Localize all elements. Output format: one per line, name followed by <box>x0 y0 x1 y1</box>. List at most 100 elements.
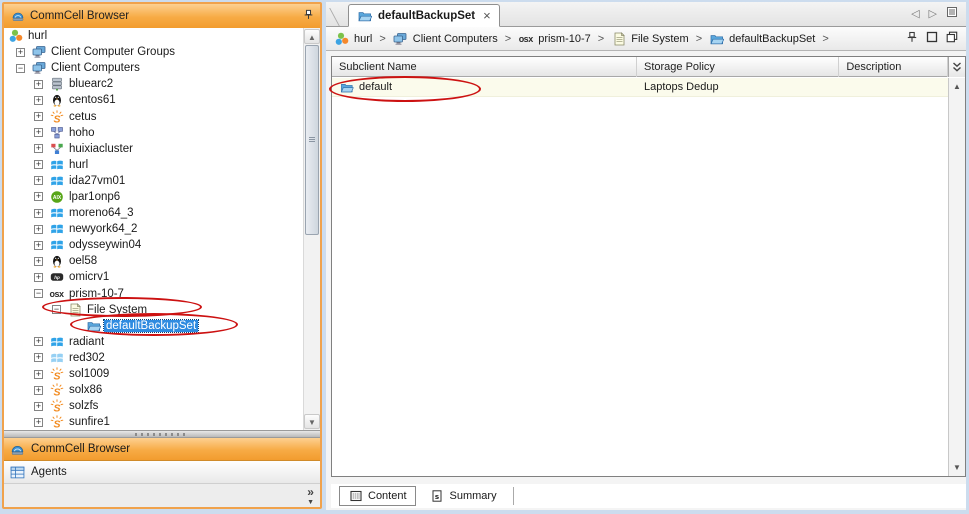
folder-icon <box>709 32 724 46</box>
view-tabs: Content s Summary <box>331 484 966 508</box>
summary-icon: s <box>430 489 445 503</box>
tree-item-hurl[interactable]: + hurl <box>4 157 303 173</box>
view-tab-label: Summary <box>450 490 497 502</box>
tree-item-file-system[interactable]: −File System <box>4 302 303 318</box>
expand-icon[interactable]: + <box>34 370 43 379</box>
tree-item-solzfs[interactable]: + Ssolzfs <box>4 398 303 414</box>
column-header-subclient-name[interactable]: Subclient Name <box>332 57 637 77</box>
tree-scrollbar-thumb[interactable] <box>305 45 319 235</box>
scroll-down-icon[interactable]: ▼ <box>304 414 320 429</box>
svg-text:S: S <box>53 113 60 123</box>
expand-icon[interactable]: + <box>34 96 43 105</box>
expand-icon[interactable]: + <box>34 257 43 266</box>
tab-navigation: ◁ ▷ <box>911 6 958 21</box>
expand-icon[interactable]: + <box>34 418 43 427</box>
tree-item-sunfire1[interactable]: +Ssunfire1 <box>4 414 303 430</box>
accordion-item-commcell-browser[interactable]: CommCell Browser <box>4 438 320 461</box>
expand-icon[interactable]: + <box>34 80 43 89</box>
collapse-icon[interactable]: − <box>16 64 25 73</box>
windows-icon <box>49 174 64 188</box>
tree-item-radiant[interactable]: +radiant <box>4 334 303 350</box>
scroll-up-icon[interactable]: ▲ <box>951 82 963 91</box>
expand-icon[interactable]: + <box>34 353 43 362</box>
breadcrumb-item-hurl[interactable]: hurl <box>334 32 372 46</box>
breadcrumb-item-defaultbackupset[interactable]: defaultBackupSet <box>709 32 815 46</box>
expand-icon[interactable]: + <box>34 386 43 395</box>
tree-item-label: hurl <box>67 159 90 171</box>
tab-defaultbackupset[interactable]: defaultBackupSet × <box>348 4 500 27</box>
table-scrollbar[interactable]: ▲ ▼ <box>948 78 965 476</box>
column-header-description[interactable]: Description <box>839 57 948 77</box>
tree-item-client-computer-groups[interactable]: +Client Computer Groups <box>4 44 303 60</box>
collapse-icon[interactable]: − <box>34 289 43 298</box>
expand-icon[interactable]: + <box>34 176 43 185</box>
tree-scrollbar[interactable]: ▲ ▼ <box>303 28 320 430</box>
table-row-default[interactable]: defaultLaptops Dedup <box>332 78 948 97</box>
expand-icon[interactable]: + <box>34 144 43 153</box>
tree-item-defaultbackupset[interactable]: defaultBackupSet <box>4 318 303 334</box>
tree-item-sol1009[interactable]: +Ssol1009 <box>4 366 303 382</box>
tree-item-hoho[interactable]: + hoho <box>4 125 303 141</box>
client-tree: hurl+Client Computer Groups−Client Compu… <box>4 28 303 430</box>
expand-icon[interactable]: + <box>34 160 43 169</box>
accordion-item-agents[interactable]: Agents <box>4 461 320 484</box>
tree-item-oel58[interactable]: + oel58 <box>4 253 303 269</box>
tree-item-omicrv1[interactable]: +hpomicrv1 <box>4 269 303 285</box>
tree-item-label: oel58 <box>67 255 99 267</box>
breadcrumb-item-client-computers[interactable]: Client Computers <box>393 32 498 46</box>
tree-item-huixiacluster[interactable]: +huixiacluster <box>4 141 303 157</box>
maximize-icon[interactable] <box>926 31 938 46</box>
tree-item-bluearc2[interactable]: +bluearc2 <box>4 76 303 92</box>
panel-splitter[interactable] <box>4 430 320 438</box>
breadcrumb-item-prism-10-7[interactable]: osxprism-10-7 <box>518 32 591 46</box>
nav-back-icon[interactable]: ◁ <box>911 7 919 20</box>
tree-item-hurl[interactable]: hurl <box>4 28 303 44</box>
tree-item-client-computers[interactable]: −Client Computers <box>4 60 303 76</box>
tree-item-solx86[interactable]: +Ssolx86 <box>4 382 303 398</box>
tree-item-ida27vm01[interactable]: +ida27vm01 <box>4 173 303 189</box>
expand-icon[interactable]: + <box>34 112 43 121</box>
tree-item-cetus[interactable]: +Scetus <box>4 108 303 124</box>
expand-icon[interactable]: + <box>34 225 43 234</box>
tree-item-odysseywin04[interactable]: +odysseywin04 <box>4 237 303 253</box>
close-tab-icon[interactable]: × <box>483 10 491 21</box>
tree-item-lpar1onp6[interactable]: +AIXlpar1onp6 <box>4 189 303 205</box>
expand-icon[interactable]: + <box>34 209 43 218</box>
svg-text:S: S <box>53 403 60 413</box>
tab-list-icon[interactable] <box>946 6 958 21</box>
tree-item-label: solzfs <box>67 400 100 412</box>
column-header-storage-policy[interactable]: Storage Policy <box>637 57 839 77</box>
tree-item-centos61[interactable]: +centos61 <box>4 92 303 108</box>
tree-item-red302[interactable]: +red302 <box>4 350 303 366</box>
expand-icon[interactable]: + <box>34 241 43 250</box>
scroll-down-icon[interactable]: ▼ <box>951 463 963 472</box>
pin-icon[interactable] <box>906 31 918 46</box>
commcell-browser-header[interactable]: CommCell Browser <box>4 4 320 28</box>
svg-text:S: S <box>53 387 60 397</box>
scroll-up-icon[interactable]: ▲ <box>304 29 320 44</box>
tree-item-newyork64-2[interactable]: +newyork64_2 <box>4 221 303 237</box>
tree-item-moreno64-3[interactable]: +moreno64_3 <box>4 205 303 221</box>
server-icon <box>49 77 64 91</box>
breadcrumb-window-controls <box>906 31 958 46</box>
commcell-browser-panel: CommCell Browser hurl+Client Computer Gr… <box>2 2 322 509</box>
pin-icon[interactable] <box>303 9 314 23</box>
view-tab-content[interactable]: Content <box>339 486 416 506</box>
breadcrumb-separator: > <box>505 33 511 45</box>
column-chooser-button[interactable] <box>948 57 965 77</box>
tree-item-prism-10-7[interactable]: −osxprism-10-7 <box>4 286 303 302</box>
expand-icon[interactable]: + <box>34 402 43 411</box>
tree-item-label: hoho <box>67 127 97 139</box>
expand-icon[interactable]: + <box>16 48 25 57</box>
breadcrumb-item-file-system[interactable]: File System <box>611 32 688 46</box>
expand-icon[interactable]: + <box>34 192 43 201</box>
tree-item-label: sunfire1 <box>67 416 112 428</box>
nav-forward-icon[interactable]: ▷ <box>929 7 937 20</box>
more-panels-button[interactable]: » ▼ <box>307 488 314 507</box>
collapse-icon[interactable]: − <box>52 305 61 314</box>
expand-icon[interactable]: + <box>34 128 43 137</box>
expand-icon[interactable]: + <box>34 273 43 282</box>
restore-icon[interactable] <box>946 31 958 46</box>
view-tab-summary[interactable]: s Summary <box>422 486 505 506</box>
expand-icon[interactable]: + <box>34 337 43 346</box>
